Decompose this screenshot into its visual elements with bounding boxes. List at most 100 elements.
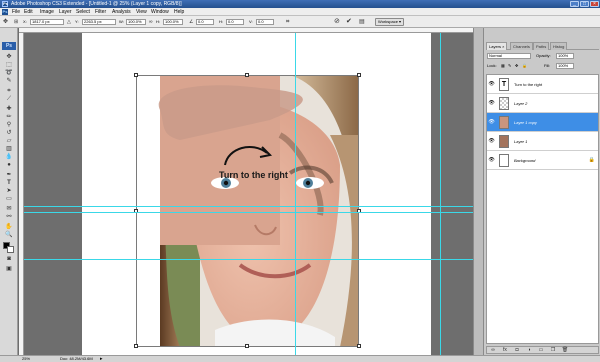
- height-field[interactable]: 100.0%: [163, 19, 183, 25]
- lock-image-icon[interactable]: ✎: [508, 63, 511, 69]
- eraser-tool-icon[interactable]: ▱: [3, 138, 15, 145]
- menu-select[interactable]: Select: [76, 9, 90, 15]
- brush-tool-icon[interactable]: ✏: [3, 114, 15, 121]
- menu-view[interactable]: View: [136, 9, 147, 15]
- lasso-tool-icon[interactable]: ➰: [3, 70, 15, 77]
- fill-field[interactable]: 100%: [556, 63, 574, 69]
- layer-name[interactable]: Layer 1 copy: [514, 119, 537, 126]
- brushes-palette-icon[interactable]: ▤: [359, 19, 365, 25]
- add-mask-icon[interactable]: ◘: [513, 347, 521, 354]
- vertical-guide[interactable]: [295, 28, 296, 355]
- horizontal-guide[interactable]: [19, 206, 483, 207]
- clone-stamp-tool-icon[interactable]: ⚲: [3, 122, 15, 129]
- tab-paths[interactable]: Paths: [533, 42, 550, 50]
- crop-tool-icon[interactable]: ⌗: [3, 88, 15, 95]
- ruler-top[interactable]: [19, 28, 483, 33]
- background-color-swatch[interactable]: [7, 246, 14, 253]
- transform-handle-top-center[interactable]: [245, 73, 249, 77]
- layer-name[interactable]: Background: [514, 157, 535, 164]
- ruler-left[interactable]: [19, 33, 24, 355]
- relative-position-icon[interactable]: △: [67, 19, 71, 25]
- cancel-transform-icon[interactable]: ⊘: [334, 18, 340, 25]
- tab-channels[interactable]: Channels: [510, 42, 533, 50]
- layer-row-layer-1[interactable]: 👁 Layer 1: [487, 132, 598, 151]
- workspace-button[interactable]: Workspace ▾: [375, 18, 405, 26]
- rotate-angle-field[interactable]: 0.0: [196, 19, 214, 25]
- layer-name[interactable]: Turn to the right: [514, 81, 542, 88]
- type-tool-icon[interactable]: T: [3, 180, 15, 187]
- opacity-field[interactable]: 100%: [556, 53, 574, 59]
- adjustment-layer-icon[interactable]: ◑: [525, 347, 533, 354]
- menu-help[interactable]: Help: [174, 9, 184, 15]
- menu-analysis[interactable]: Analysis: [112, 9, 131, 15]
- maximize-button[interactable]: □: [580, 1, 589, 7]
- transform-handle-bottom-left[interactable]: [134, 344, 138, 348]
- new-group-icon[interactable]: ▭: [537, 347, 545, 354]
- transform-handle-bottom-center[interactable]: [245, 344, 249, 348]
- visibility-eye-icon[interactable]: 👁: [488, 100, 495, 107]
- menu-file[interactable]: File: [12, 9, 20, 15]
- zoom-level[interactable]: 25%: [22, 356, 30, 362]
- lock-position-icon[interactable]: ✥: [515, 63, 518, 69]
- width-field[interactable]: 100.0%: [126, 19, 146, 25]
- visibility-eye-icon[interactable]: 👁: [488, 138, 495, 145]
- layer-row-layer-1-copy[interactable]: 👁 Layer 1 copy: [487, 113, 598, 132]
- delete-layer-icon[interactable]: 🗑: [561, 347, 569, 354]
- healing-tool-icon[interactable]: ✚: [3, 106, 15, 113]
- blend-mode-select[interactable]: Normal: [487, 53, 531, 59]
- commit-transform-icon[interactable]: ✔: [346, 18, 352, 25]
- warp-mode-icon[interactable]: ⌗: [286, 19, 289, 25]
- ps-menu-logo[interactable]: Ps: [2, 9, 8, 15]
- eyedropper-tool-icon[interactable]: ⚯: [3, 214, 15, 221]
- tab-layers[interactable]: Layers ×: [486, 42, 508, 50]
- screen-mode-icon[interactable]: ▣: [3, 266, 15, 273]
- v-skew-field[interactable]: 0.0: [256, 19, 274, 25]
- layer-name[interactable]: Layer 1: [514, 138, 527, 145]
- x-position-field[interactable]: 1817.0 px: [30, 19, 64, 25]
- gradient-tool-icon[interactable]: ▥: [3, 146, 15, 153]
- horizontal-guide[interactable]: [19, 259, 483, 260]
- lock-all-icon[interactable]: 🔒: [522, 63, 527, 69]
- menu-edit[interactable]: Edit: [24, 9, 33, 15]
- h-skew-field[interactable]: 0.0: [226, 19, 244, 25]
- horizontal-guide[interactable]: [19, 212, 483, 213]
- blur-tool-icon[interactable]: 💧: [3, 154, 15, 161]
- layer-row-background[interactable]: 👁 Background 🔒: [487, 151, 598, 170]
- transform-handle-bottom-right[interactable]: [357, 344, 361, 348]
- marquee-tool-icon[interactable]: ⬚: [3, 62, 15, 69]
- minimize-button[interactable]: _: [570, 1, 579, 7]
- quick-mask-icon[interactable]: ◙: [3, 256, 15, 263]
- dodge-tool-icon[interactable]: ●: [3, 162, 15, 169]
- link-proportions-icon[interactable]: ∞: [149, 19, 153, 25]
- move-tool-icon[interactable]: ✥: [3, 54, 15, 61]
- hand-tool-icon[interactable]: ✋: [3, 224, 15, 231]
- pen-tool-icon[interactable]: ✒: [3, 172, 15, 179]
- shape-tool-icon[interactable]: ▭: [3, 196, 15, 203]
- lock-transparency-icon[interactable]: ▦: [501, 63, 505, 69]
- vertical-guide[interactable]: [440, 28, 441, 355]
- reference-point-icon[interactable]: ⊞: [14, 19, 18, 25]
- menu-layer[interactable]: Layer: [59, 9, 72, 15]
- tab-histogram[interactable]: Histog: [550, 42, 568, 50]
- history-brush-tool-icon[interactable]: ↺: [3, 130, 15, 137]
- move-tool-preset-icon[interactable]: ✥: [3, 19, 8, 25]
- visibility-eye-icon[interactable]: 👁: [488, 119, 495, 126]
- transform-handle-top-right[interactable]: [357, 73, 361, 77]
- slice-tool-icon[interactable]: ⟋: [3, 96, 15, 103]
- quick-select-tool-icon[interactable]: ✎: [3, 78, 15, 85]
- visibility-eye-icon[interactable]: 👁: [488, 157, 495, 164]
- y-position-field[interactable]: 2263.5 px: [82, 19, 116, 25]
- transform-handle-top-left[interactable]: [134, 73, 138, 77]
- close-button[interactable]: ×: [590, 1, 599, 7]
- new-layer-icon[interactable]: ❐: [549, 347, 557, 354]
- status-menu-arrow-icon[interactable]: ▸: [100, 356, 103, 362]
- notes-tool-icon[interactable]: ✉: [3, 206, 15, 213]
- layer-style-icon[interactable]: fx: [501, 347, 509, 354]
- path-select-tool-icon[interactable]: ➤: [3, 188, 15, 195]
- menu-image[interactable]: Image: [40, 9, 54, 15]
- link-layers-icon[interactable]: ∞: [489, 347, 497, 354]
- layer-row-text[interactable]: 👁 T Turn to the right: [487, 75, 598, 94]
- layer-name[interactable]: Layer 2: [514, 100, 527, 107]
- menu-window[interactable]: Window: [151, 9, 169, 15]
- visibility-eye-icon[interactable]: 👁: [488, 81, 495, 88]
